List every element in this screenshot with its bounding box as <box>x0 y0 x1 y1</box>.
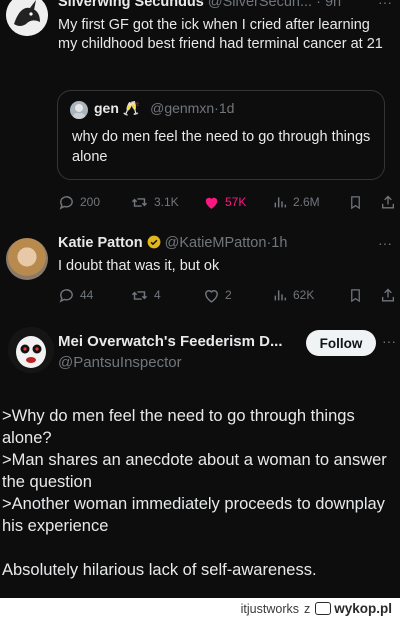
repost-count: 3.1K <box>154 195 179 209</box>
reply-icon <box>59 288 73 303</box>
avatar-pantsu[interactable] <box>8 327 54 373</box>
watermark-site: wykop.pl <box>334 601 392 616</box>
repost-button[interactable]: 3.1K <box>130 191 179 213</box>
views-button[interactable]: 2.6M <box>272 191 320 213</box>
watermark-sep: z <box>303 601 311 616</box>
tweet1-text: My first GF got the ick when I cried aft… <box>58 17 383 52</box>
bookmark-button[interactable] <box>348 284 363 306</box>
tweet2-time[interactable]: 1h <box>271 235 287 251</box>
share-icon <box>382 288 394 301</box>
tweet1-display-name[interactable]: Silverwing Secundus <box>58 0 204 10</box>
reply-count: 44 <box>80 288 94 302</box>
tweet3-handle[interactable]: @PantsuInspector <box>58 354 182 371</box>
avatar-katie[interactable] <box>6 238 48 280</box>
reply-button[interactable]: 200 <box>58 191 100 213</box>
view-count: 62K <box>293 288 315 302</box>
bar-chart-icon <box>274 197 287 208</box>
view-count: 2.6M <box>293 195 320 209</box>
avatar-silverwing[interactable] <box>6 0 48 36</box>
quote-display-name: gen <box>94 100 119 116</box>
heart-filled-icon <box>205 197 218 209</box>
tweet2-header: Katie Patton @KatieMPatton·1h <box>58 235 288 251</box>
bookmark-icon <box>351 195 360 209</box>
watermark: itjustworks z wykop.pl <box>241 598 392 619</box>
bookmark-icon <box>351 288 360 302</box>
like-count: 2 <box>225 288 232 302</box>
watermark-user: itjustworks <box>240 601 299 616</box>
share-icon <box>382 195 394 208</box>
verified-badge-icon <box>147 235 161 249</box>
tweet2-handle[interactable]: @KatieMPatton <box>165 235 267 251</box>
wykop-logo: wykop.pl <box>315 601 392 616</box>
share-button[interactable] <box>380 284 396 306</box>
follow-button[interactable]: Follow <box>306 330 376 356</box>
like-count: 57K <box>225 195 247 209</box>
share-button[interactable] <box>380 191 396 213</box>
repost-button[interactable]: 4 <box>130 284 161 306</box>
tweet2-text: I doubt that was it, but ok <box>58 258 220 274</box>
quote-time: 1d <box>218 100 235 116</box>
tweet3-display-name[interactable]: Mei Overwatch's Feederism D... <box>58 333 283 350</box>
repost-icon <box>131 197 148 207</box>
tweet2-display-name[interactable]: Katie Patton <box>58 235 143 251</box>
champagne-emoji: 🥂 <box>122 100 141 116</box>
tweet3-line: >Man shares an anecdote about a woman to… <box>2 451 387 491</box>
tweet3-text: >Why do men feel the need to go through … <box>2 405 396 581</box>
wykop-logo-icon <box>315 602 332 615</box>
quoted-tweet[interactable]: gen 🥂 @genmxn·1d why do men feel the nee… <box>57 90 385 180</box>
heart-icon <box>205 289 218 303</box>
views-button[interactable]: 62K <box>272 284 314 306</box>
reply-button[interactable]: 44 <box>58 284 93 306</box>
tweet1-handle[interactable]: @SilverSecun... <box>208 0 312 10</box>
like-button[interactable]: 2 <box>203 284 232 306</box>
bar-chart-icon <box>274 290 287 301</box>
reply-count: 200 <box>80 195 101 209</box>
repost-count: 4 <box>154 288 161 302</box>
quote-header: gen 🥂 @genmxn·1d <box>94 100 235 116</box>
avatar-gen <box>70 101 88 119</box>
screenshot-panel: Silverwing Secundus @SilverSecun... · 9h… <box>0 0 400 598</box>
more-icon[interactable]: ··· <box>378 0 392 10</box>
tweet3-line: >Why do men feel the need to go through … <box>2 407 355 447</box>
tweet1-time[interactable]: 9h <box>325 0 341 10</box>
tweet3-line: Absolutely hilarious lack of self-awaren… <box>2 561 317 579</box>
tweet1-actions: 200 3.1K 57K 2.6M <box>58 191 398 213</box>
quote-text: why do men feel the need to go through t… <box>72 129 371 165</box>
more-icon[interactable]: ··· <box>382 333 396 349</box>
reply-icon <box>59 195 73 210</box>
like-button[interactable]: 57K <box>203 191 246 213</box>
more-icon[interactable]: ··· <box>378 235 392 251</box>
repost-icon <box>131 290 148 300</box>
tweet3-line: >Another woman immediately proceeds to d… <box>2 495 385 535</box>
bookmark-button[interactable] <box>348 191 363 213</box>
tweet2-actions: 44 4 2 62K <box>58 284 398 306</box>
quote-handle: @genmxn <box>150 100 215 116</box>
tweet1-header: Silverwing Secundus @SilverSecun... · 9h… <box>58 0 398 10</box>
